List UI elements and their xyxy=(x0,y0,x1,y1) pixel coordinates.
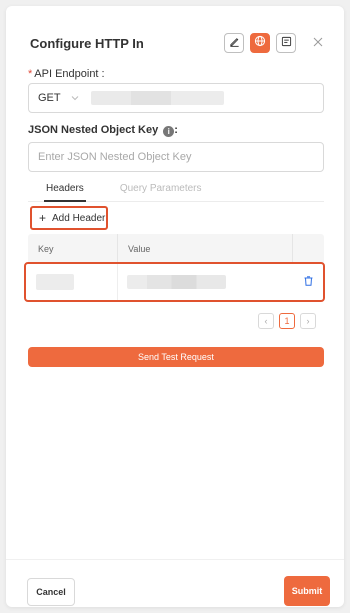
header-key-cell xyxy=(26,264,118,300)
page-1-button[interactable]: 1 xyxy=(279,313,295,329)
header-key-input[interactable] xyxy=(36,274,74,290)
send-test-request-button[interactable]: Send Test Request xyxy=(28,347,324,367)
tab-query-parameters[interactable]: Query Parameters xyxy=(102,180,220,201)
http-mode-button[interactable] xyxy=(250,33,270,53)
form-mode-button[interactable] xyxy=(276,33,296,53)
nested-key-input[interactable] xyxy=(28,142,324,172)
table-header: Key Value xyxy=(28,234,324,263)
headers-table: Key Value xyxy=(28,234,324,263)
close-icon xyxy=(313,34,323,52)
pagination: ‹ 1 › xyxy=(258,313,316,329)
trash-icon xyxy=(304,273,313,291)
api-endpoint-label-text: API Endpoint : xyxy=(34,68,105,80)
mode-toggle-group xyxy=(218,33,296,53)
required-mark: * xyxy=(28,68,33,80)
next-page-button[interactable]: › xyxy=(300,313,316,329)
cancel-button[interactable]: Cancel xyxy=(27,578,75,606)
info-icon[interactable]: i xyxy=(163,126,175,137)
header-value-input[interactable] xyxy=(127,275,226,289)
prev-page-button[interactable]: ‹ xyxy=(258,313,274,329)
column-header-key: Key xyxy=(28,234,118,263)
add-header-label: Add Header xyxy=(52,212,106,224)
nested-key-label: JSON Nested Object Key i: xyxy=(28,124,178,137)
edit-icon xyxy=(229,34,240,52)
api-endpoint-label: * API Endpoint : xyxy=(28,68,105,80)
header-value-cell xyxy=(118,275,293,289)
tab-headers[interactable]: Headers xyxy=(28,180,102,202)
api-endpoint-field: GET xyxy=(28,83,324,113)
chevron-down-icon xyxy=(71,92,79,104)
http-method-select[interactable]: GET xyxy=(29,92,81,104)
add-header-button[interactable]: + Add Header xyxy=(30,206,108,230)
edit-mode-button[interactable] xyxy=(224,33,244,53)
dialog-footer: Cancel Submit xyxy=(6,559,344,607)
delete-row-button[interactable] xyxy=(293,273,323,291)
http-method-value: GET xyxy=(38,92,61,104)
api-endpoint-url-input[interactable] xyxy=(91,91,224,105)
column-header-actions xyxy=(293,234,324,263)
table-row xyxy=(24,262,325,302)
column-header-value: Value xyxy=(118,234,293,263)
dialog-header: Configure HTTP In xyxy=(30,31,326,55)
form-icon xyxy=(281,34,292,52)
params-tabs: Headers Query Parameters xyxy=(28,180,324,202)
dialog-title: Configure HTTP In xyxy=(30,35,144,51)
nested-key-label-text: JSON Nested Object Key xyxy=(28,124,159,136)
close-button[interactable] xyxy=(310,35,326,51)
nested-key-label-suffix: : xyxy=(174,124,178,136)
submit-button[interactable]: Submit xyxy=(284,576,330,606)
globe-icon xyxy=(254,34,266,52)
plus-icon: + xyxy=(39,211,47,225)
